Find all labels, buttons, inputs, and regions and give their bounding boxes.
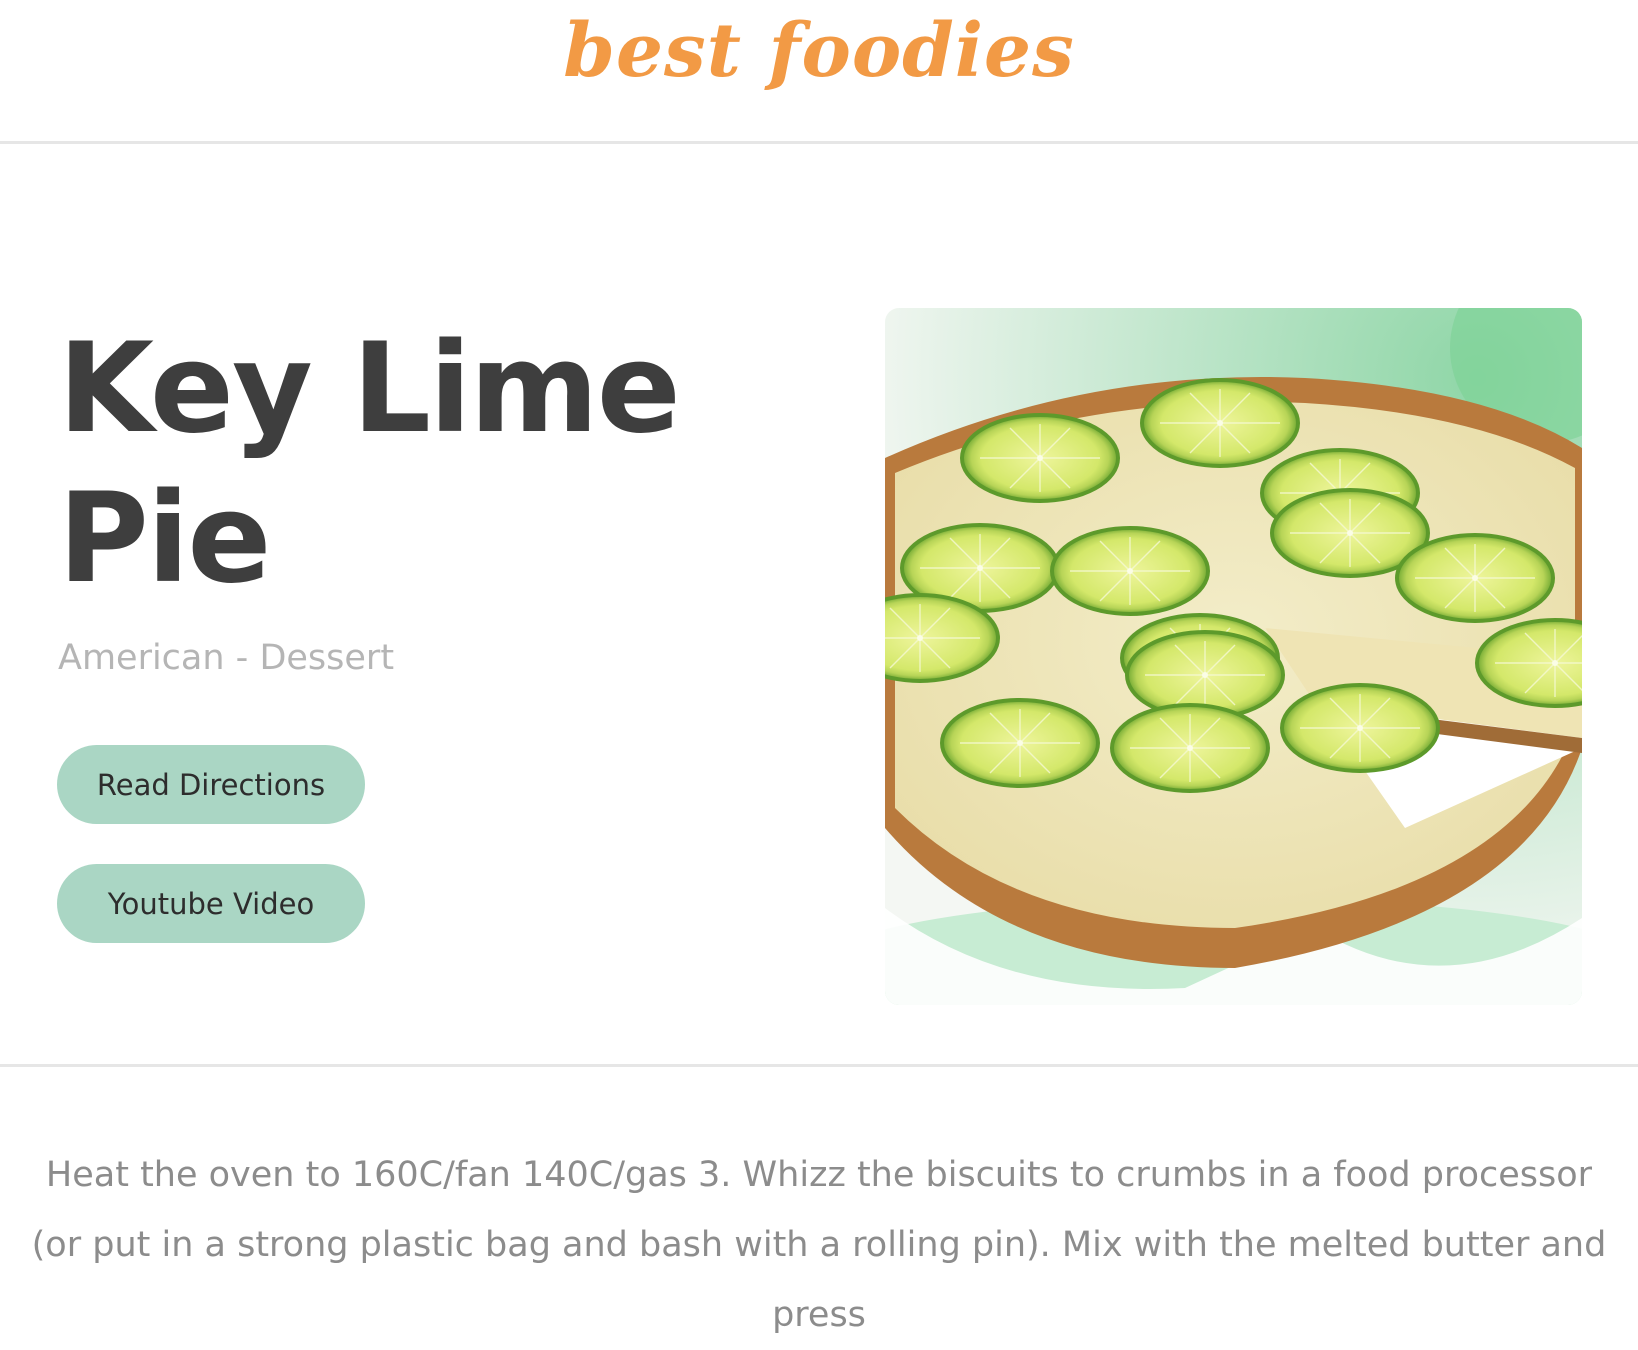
recipe-image [885, 308, 1582, 1005]
recipe-hero: Key Lime Pie American - Dessert Read Dir… [0, 144, 1638, 1067]
key-lime-pie-photo [885, 308, 1582, 1005]
recipe-title: Key Lime Pie [58, 317, 681, 611]
recipe-category: American - Dessert [58, 638, 395, 678]
read-directions-button[interactable]: Read Directions [57, 745, 365, 824]
site-header: best foodies [0, 0, 1638, 144]
directions-text: Heat the oven to 160C/fan 140C/gas 3. Wh… [31, 1155, 1607, 1335]
site-logo[interactable]: best foodies [0, 8, 1638, 94]
youtube-video-button[interactable]: Youtube Video [57, 864, 365, 943]
